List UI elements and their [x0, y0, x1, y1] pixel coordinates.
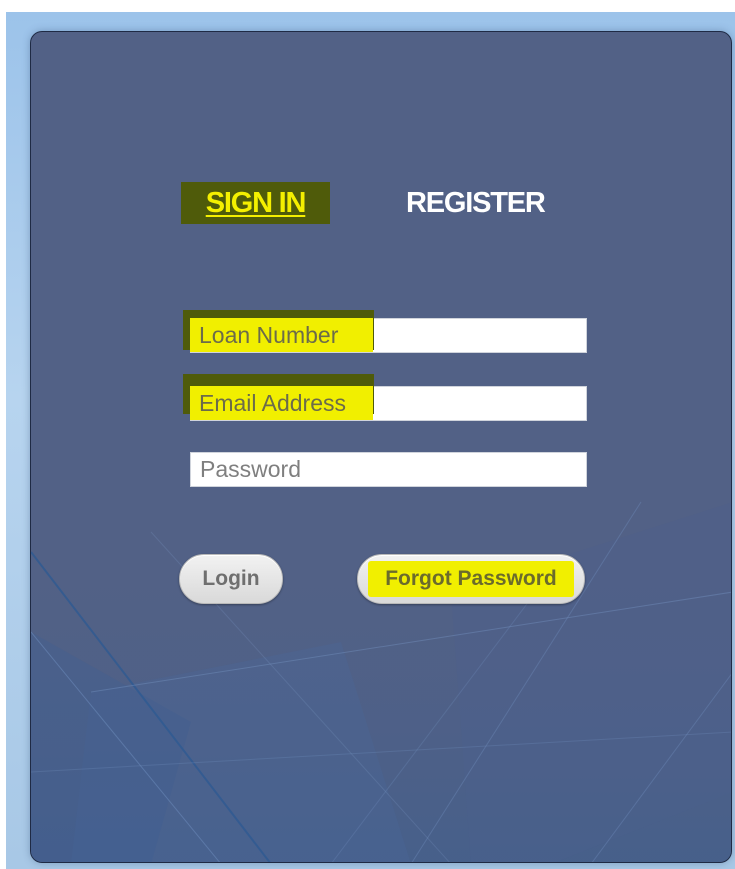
email-address-input[interactable] — [190, 386, 587, 421]
login-panel: SIGN IN REGISTER Loan Number Email Addre… — [30, 31, 732, 863]
forgot-password-button[interactable]: Forgot Password — [357, 554, 585, 604]
forgot-password-label: Forgot Password — [368, 561, 574, 597]
login-button[interactable]: Login — [179, 554, 283, 604]
panel-background-art — [31, 501, 731, 862]
password-input[interactable] — [190, 452, 587, 487]
tab-register[interactable]: REGISTER — [406, 182, 566, 224]
loan-number-input[interactable] — [190, 318, 587, 353]
tab-sign-in[interactable]: SIGN IN — [181, 182, 330, 224]
